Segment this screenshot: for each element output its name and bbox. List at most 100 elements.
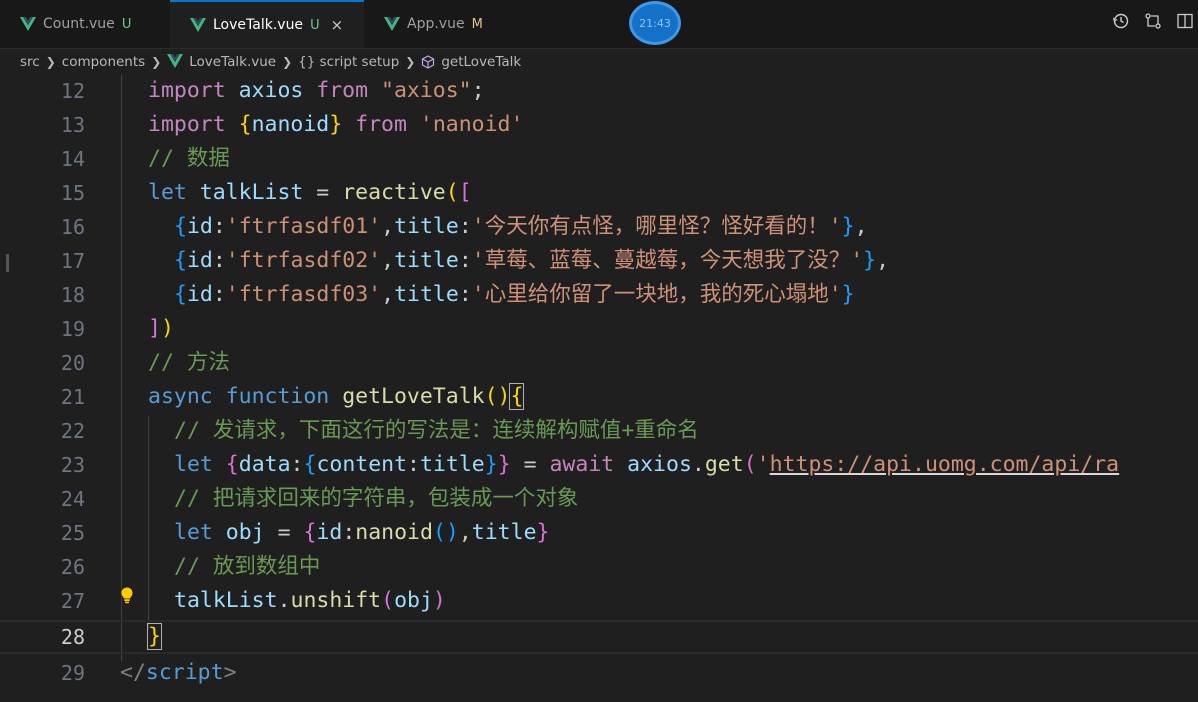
token-punct: ,	[876, 248, 890, 273]
token-punct: .	[691, 452, 705, 477]
chevron-right-icon: ❯	[151, 54, 162, 69]
line-number: 21	[60, 385, 85, 409]
token-punct: :	[407, 452, 420, 477]
code-text: {id:'ftrfasdf03',title:'心里给你留了一块地，我的死心塌地…	[174, 278, 855, 312]
token-property: title	[471, 520, 537, 545]
token-keyword: let	[174, 452, 213, 477]
line-number: 17	[60, 249, 85, 273]
line-number: 23	[60, 453, 85, 477]
token-tag-bracket: >	[223, 660, 237, 685]
token-bracket: {	[174, 248, 187, 273]
token-bracket: }	[841, 214, 855, 239]
token-punct: :	[458, 282, 472, 307]
breadcrumb-file[interactable]: LoveTalk.vue	[189, 54, 276, 70]
tab-app-vue[interactable]: App.vue M	[364, 0, 504, 48]
token-keyword: await	[549, 452, 615, 477]
token-operator: =	[264, 520, 304, 545]
code-line: 13 import {nanoid} from 'nanoid'	[0, 108, 1198, 142]
token-punct: :	[212, 214, 226, 239]
breadcrumb-section[interactable]: {} script setup	[298, 54, 399, 70]
token-bracket: }	[841, 282, 855, 307]
token-keyword: let	[174, 520, 213, 545]
token-property: title	[394, 282, 459, 307]
tab-lovetalk-vue[interactable]: LoveTalk.vue U ×	[170, 0, 364, 48]
token-bracket: (	[445, 180, 459, 205]
line-number: 14	[60, 147, 85, 171]
vue-logo-icon	[190, 17, 206, 32]
token-string: "axios"	[368, 78, 472, 103]
token-punct: :	[458, 214, 472, 239]
line-number: 22	[60, 419, 85, 443]
chevron-right-icon: ❯	[45, 54, 56, 69]
token-string: '今天你有点怪，哪里怪？怪好看的！'	[471, 214, 842, 239]
line-number: 26	[60, 555, 85, 579]
token-bracket: {	[174, 214, 187, 239]
token-string: '草莓、蓝莓、蔓越莓，今天想我了没？'	[471, 248, 864, 273]
code-text: talkList.unshift(obj)	[174, 584, 446, 618]
compare-changes-icon[interactable]	[1144, 12, 1162, 30]
token-comment: // 放到数组中	[174, 554, 321, 579]
code-line: 25 let obj = {id:nanoid(),title}	[0, 516, 1198, 550]
token-bracket: {	[303, 520, 317, 545]
code-line: 22 // 发请求，下面这行的写法是：连续解构赋值+重命名	[0, 414, 1198, 448]
code-line: 20 // 方法	[0, 346, 1198, 380]
token-bracket: (	[743, 452, 757, 477]
token-bracket: ]	[148, 316, 161, 341]
code-text: // 把请求回来的字符串，包装成一个对象	[174, 482, 578, 516]
code-text: import {nanoid} from 'nanoid'	[148, 108, 523, 142]
token-url-link[interactable]: https://api.uomg.com/api/ra	[770, 452, 1120, 477]
token-keyword: import	[148, 78, 226, 103]
token-property: title	[394, 248, 459, 273]
lightbulb-icon[interactable]	[119, 586, 135, 606]
split-editor-icon[interactable]	[1176, 12, 1194, 30]
token-operator: =	[303, 180, 343, 205]
token-bracket: {	[303, 452, 317, 477]
token-bracket: {	[225, 452, 239, 477]
token-property: id	[316, 520, 343, 545]
token-keyword: function	[225, 384, 330, 409]
token-punct: :	[212, 248, 226, 273]
code-line: 16 {id:'ftrfasdf01',title:'今天你有点怪，哪里怪？怪好…	[0, 210, 1198, 244]
token-function: reactive	[342, 180, 446, 205]
token-comment: // 方法	[148, 350, 230, 375]
line-number: 12	[60, 79, 85, 103]
line-number: 28	[60, 625, 85, 649]
token-punct: ,	[854, 214, 868, 239]
token-bracket: }	[329, 112, 343, 137]
token-bracket: }	[497, 452, 511, 477]
tab-label: App.vue	[407, 16, 465, 32]
code-text: let obj = {id:nanoid(),title}	[174, 516, 549, 550]
token-property: id	[186, 248, 213, 273]
line-number: 25	[60, 521, 85, 545]
token-property: content	[316, 452, 408, 477]
close-tab-icon[interactable]: ×	[331, 16, 344, 34]
line-number: 16	[60, 215, 85, 239]
breadcrumb: src ❯ components ❯ LoveTalk.vue ❯ {} scr…	[0, 49, 1198, 74]
line-number: 24	[60, 487, 85, 511]
token-variable: obj	[225, 520, 265, 545]
token-variable: title	[420, 452, 485, 477]
line-number: 29	[60, 661, 85, 685]
token-punct: ,	[381, 214, 395, 239]
code-text: }	[147, 622, 162, 652]
timeline-icon[interactable]	[1112, 12, 1130, 30]
token-function: getLoveTalk	[342, 384, 485, 409]
code-editor[interactable]: 12 import axios from "axios"; 13 import …	[0, 74, 1198, 702]
code-line: 19 ])	[0, 312, 1198, 346]
breadcrumb-folder-src[interactable]: src	[20, 54, 40, 70]
code-text: // 方法	[148, 346, 230, 380]
token-string: '	[756, 452, 770, 477]
code-text: import axios from "axios";	[148, 74, 485, 108]
token-bracket: )	[160, 316, 174, 341]
token-punct: :	[342, 520, 356, 545]
tab-count-vue[interactable]: Count.vue U	[0, 0, 165, 48]
token-function: get	[704, 452, 744, 477]
breadcrumb-folder-components[interactable]: components	[62, 54, 145, 70]
git-status-untracked: U	[121, 16, 132, 32]
breadcrumb-symbol[interactable]: getLoveTalk	[441, 54, 521, 70]
token-variable: axios	[627, 452, 692, 477]
